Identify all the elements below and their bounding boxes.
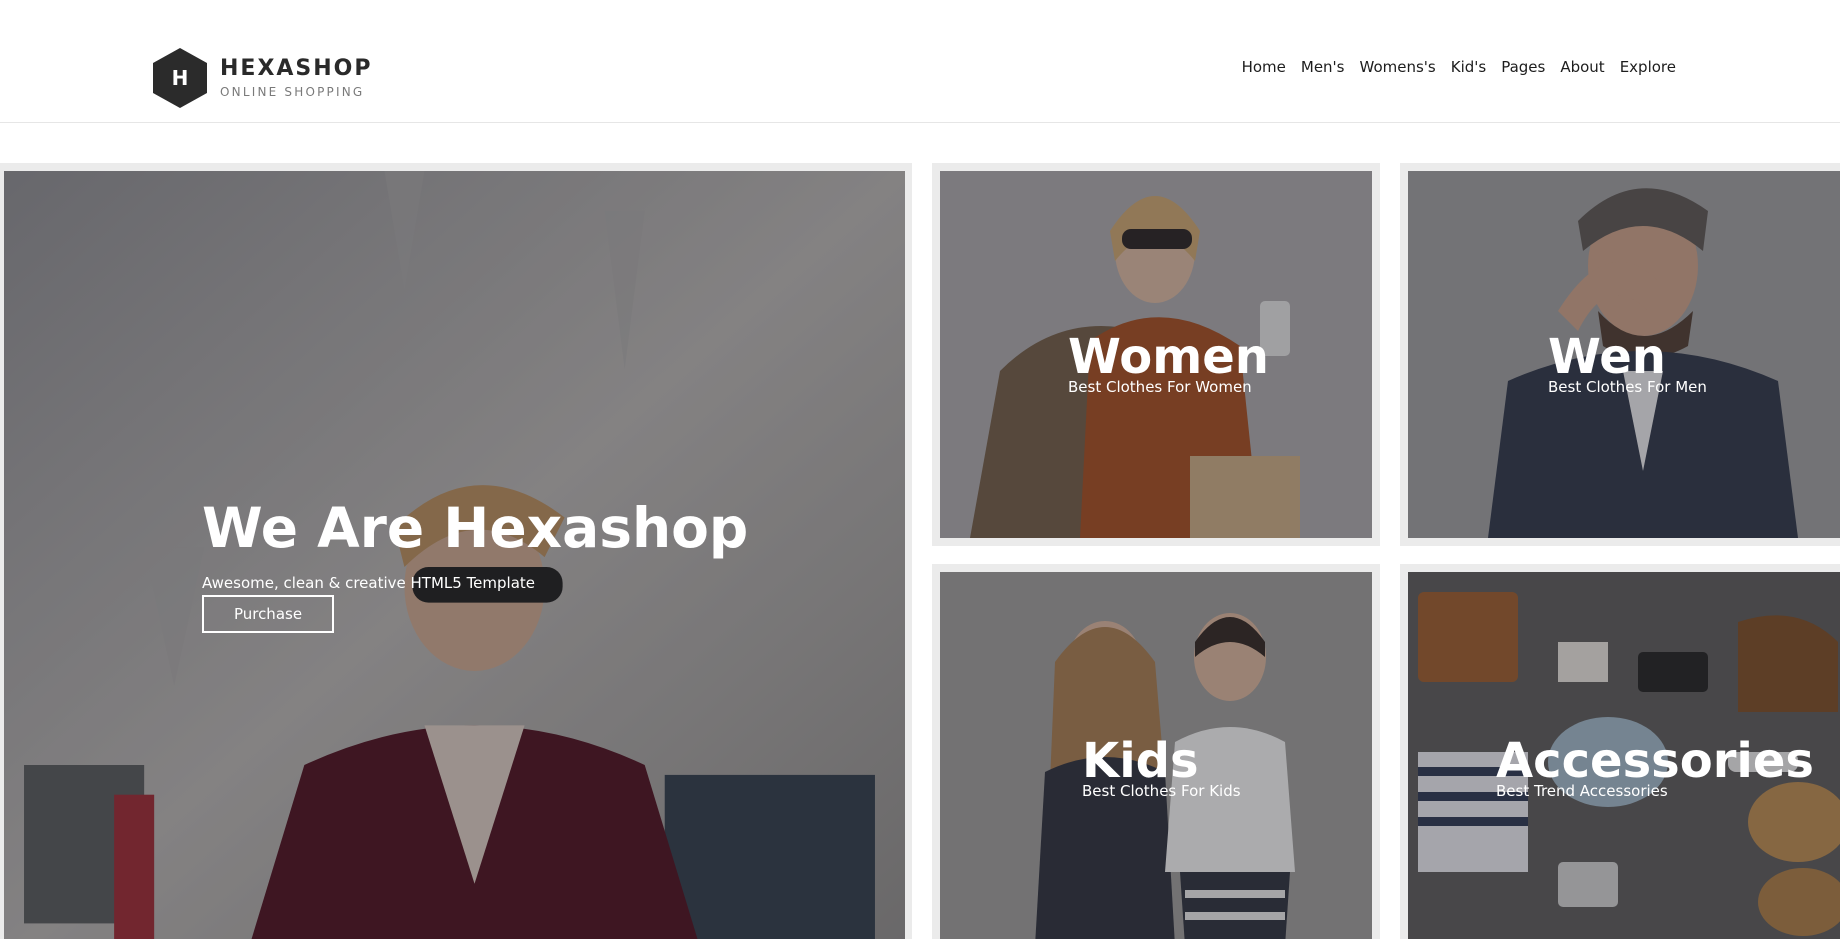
hero-subtitle: Awesome, clean & creative HTML5 Template — [202, 574, 536, 592]
category-tile-accessories[interactable]: Accessories Best Trend Accessories — [1400, 564, 1840, 939]
brand-logo[interactable]: H HEXASHOP ONLINE SHOPPING — [150, 46, 373, 110]
nav-womens[interactable]: Womens's — [1360, 58, 1436, 76]
accessories-title: Accessories — [1496, 733, 1814, 789]
brand-tagline: ONLINE SHOPPING — [220, 85, 365, 99]
nav-mens[interactable]: Men's — [1301, 58, 1345, 76]
brand-name: HEXASHOP — [220, 56, 373, 81]
site-header: H HEXASHOP ONLINE SHOPPING Home Men's Wo… — [0, 0, 1840, 123]
nav-explore[interactable]: Explore — [1620, 58, 1676, 76]
kids-title: Kids — [1082, 733, 1199, 789]
nav-pages[interactable]: Pages — [1501, 58, 1545, 76]
main-nav: Home Men's Womens's Kid's Pages About Ex… — [1227, 58, 1676, 76]
hexagon-logo-icon: H — [150, 46, 210, 110]
logo-letter: H — [171, 66, 189, 90]
nav-kids[interactable]: Kid's — [1451, 58, 1486, 76]
category-tile-women[interactable]: Women Best Clothes For Women — [932, 163, 1380, 546]
category-tile-men[interactable]: Wen Best Clothes For Men — [1400, 163, 1840, 546]
men-title: Wen — [1548, 329, 1666, 385]
accessories-subtitle: Best Trend Accessories — [1496, 782, 1668, 800]
nav-about[interactable]: About — [1560, 58, 1604, 76]
hero-title: We Are Hexashop — [202, 496, 749, 560]
hero-banner: We Are Hexashop Awesome, clean & creativ… — [0, 163, 912, 939]
nav-home[interactable]: Home — [1242, 58, 1286, 76]
category-tile-kids[interactable]: Kids Best Clothes For Kids — [932, 564, 1380, 939]
kids-subtitle: Best Clothes For Kids — [1082, 782, 1241, 800]
men-subtitle: Best Clothes For Men — [1548, 378, 1707, 396]
women-title: Women — [1068, 329, 1269, 385]
purchase-button[interactable]: Purchase — [202, 595, 334, 633]
women-subtitle: Best Clothes For Women — [1068, 378, 1252, 396]
